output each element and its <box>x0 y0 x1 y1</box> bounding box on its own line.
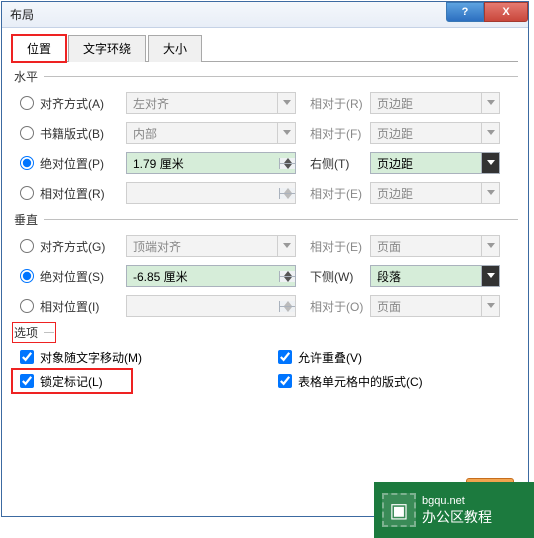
h-abs-label: 绝对位置(P) <box>40 155 126 172</box>
spin-down-icon <box>280 194 295 199</box>
watermark-name: 办公区教程 <box>422 508 492 526</box>
h-rel-spinner <box>126 182 296 204</box>
h-abs-rel-label: 右侧(T) <box>310 155 370 172</box>
h-book-rel-combo: 页边距 <box>370 122 500 144</box>
opt-allow-overlap-checkbox[interactable] <box>278 350 292 364</box>
section-horizontal: 水平 <box>14 68 518 85</box>
section-options: 选项 <box>14 324 54 341</box>
h-abs-spinner[interactable]: 1.79 厘米 <box>126 152 296 174</box>
h-rel-label: 相对位置(R) <box>40 185 126 202</box>
v-align-radio[interactable] <box>20 239 34 253</box>
v-rel-label: 相对位置(I) <box>40 298 126 315</box>
chevron-down-icon <box>277 123 295 143</box>
opt-move-with-text-row: 对象随文字移动(M) <box>12 345 260 369</box>
chevron-down-icon <box>481 183 499 203</box>
opt-table-cell-row: 表格单元格中的版式(C) <box>270 369 518 393</box>
logo-icon: ▣ <box>382 493 416 527</box>
h-align-rel-label: 相对于(R) <box>310 95 370 112</box>
opt-move-with-text-label: 对象随文字移动(M) <box>40 349 142 366</box>
h-rel-radio[interactable] <box>20 186 34 200</box>
window-title: 布局 <box>2 6 34 23</box>
h-abs-row: 绝对位置(P) 1.79 厘米 右侧(T) 页边距 <box>12 149 518 177</box>
h-book-radio[interactable] <box>20 126 34 140</box>
section-vertical: 垂直 <box>14 211 518 228</box>
h-align-combo: 左对齐 <box>126 92 296 114</box>
spin-down-icon <box>280 307 295 312</box>
h-book-combo: 内部 <box>126 122 296 144</box>
h-book-row: 书籍版式(B) 内部 相对于(F) 页边距 <box>12 119 518 147</box>
tab-text-wrap[interactable]: 文字环绕 <box>68 35 146 62</box>
v-abs-radio[interactable] <box>20 269 34 283</box>
chevron-down-icon <box>277 93 295 113</box>
chevron-down-icon <box>481 236 499 256</box>
v-align-rel-combo: 页面 <box>370 235 500 257</box>
h-book-label: 书籍版式(B) <box>40 125 126 142</box>
watermark-site: bgqu.net <box>422 494 492 508</box>
tab-position[interactable]: 位置 <box>12 35 66 62</box>
opt-allow-overlap-row: 允许重叠(V) <box>270 345 518 369</box>
h-rel-row: 相对位置(R) 相对于(E) 页边距 <box>12 179 518 207</box>
spin-down-icon[interactable] <box>280 164 295 169</box>
h-rel-rel-label: 相对于(E) <box>310 185 370 202</box>
chevron-down-icon[interactable] <box>481 266 499 286</box>
opt-lock-anchor-checkbox[interactable] <box>20 374 34 388</box>
v-abs-label: 绝对位置(S) <box>40 268 126 285</box>
close-button[interactable]: X <box>484 2 528 22</box>
v-rel-spinner <box>126 295 296 317</box>
v-align-row: 对齐方式(G) 顶端对齐 相对于(E) 页面 <box>12 232 518 260</box>
h-align-radio[interactable] <box>20 96 34 110</box>
v-align-combo: 顶端对齐 <box>126 235 296 257</box>
v-abs-rel-label: 下侧(W) <box>310 268 370 285</box>
opt-lock-anchor-row: 锁定标记(L) <box>12 369 132 393</box>
h-align-row: 对齐方式(A) 左对齐 相对于(R) 页边距 <box>12 89 518 117</box>
h-rel-rel-combo: 页边距 <box>370 182 500 204</box>
tab-strip: 位置 文字环绕 大小 <box>12 34 518 62</box>
v-align-rel-label: 相对于(E) <box>310 238 370 255</box>
opt-allow-overlap-label: 允许重叠(V) <box>298 349 362 366</box>
h-align-rel-combo: 页边距 <box>370 92 500 114</box>
v-rel-radio[interactable] <box>20 299 34 313</box>
help-button[interactable]: ? <box>446 2 484 22</box>
spin-down-icon[interactable] <box>280 277 295 282</box>
chevron-down-icon[interactable] <box>481 153 499 173</box>
v-rel-row: 相对位置(I) 相对于(O) 页面 <box>12 292 518 320</box>
h-abs-radio[interactable] <box>20 156 34 170</box>
v-abs-row: 绝对位置(S) -6.85 厘米 下侧(W) 段落 <box>12 262 518 290</box>
v-abs-spinner[interactable]: -6.85 厘米 <box>126 265 296 287</box>
h-align-label: 对齐方式(A) <box>40 95 126 112</box>
chevron-down-icon <box>481 296 499 316</box>
watermark: ▣ bgqu.net 办公区教程 <box>374 482 534 538</box>
opt-lock-anchor-label: 锁定标记(L) <box>40 373 103 390</box>
v-rel-rel-label: 相对于(O) <box>310 298 370 315</box>
h-abs-rel-combo[interactable]: 页边距 <box>370 152 500 174</box>
opt-move-with-text-checkbox[interactable] <box>20 350 34 364</box>
h-book-rel-label: 相对于(F) <box>310 125 370 142</box>
chevron-down-icon <box>481 93 499 113</box>
v-align-label: 对齐方式(G) <box>40 238 126 255</box>
v-abs-rel-combo[interactable]: 段落 <box>370 265 500 287</box>
opt-table-cell-checkbox[interactable] <box>278 374 292 388</box>
chevron-down-icon <box>481 123 499 143</box>
titlebar: 布局 ? X <box>2 2 528 28</box>
v-rel-rel-combo: 页面 <box>370 295 500 317</box>
opt-table-cell-label: 表格单元格中的版式(C) <box>298 373 423 390</box>
tab-size[interactable]: 大小 <box>148 35 202 62</box>
chevron-down-icon <box>277 236 295 256</box>
